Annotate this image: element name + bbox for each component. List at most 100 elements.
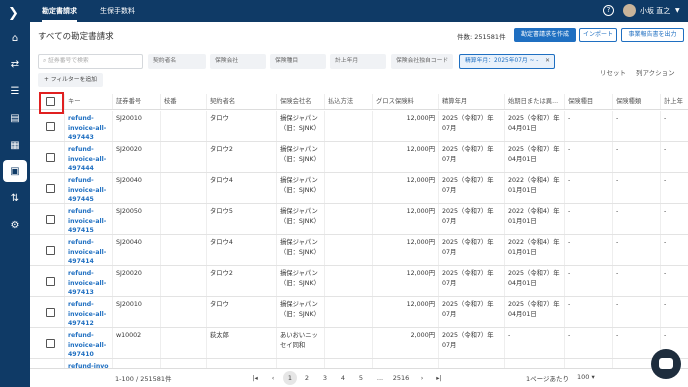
- user-list-icon[interactable]: ☰: [0, 80, 30, 102]
- table-row[interactable]: refund-invoice-all-497410 w10002 荻太郎 あいおいニッ…: [30, 328, 688, 359]
- next-page-icon[interactable]: ›: [417, 371, 427, 385]
- app-logo-icon[interactable]: ❯: [8, 6, 19, 21]
- first-page-icon[interactable]: |◂: [250, 371, 260, 385]
- table-row[interactable]: refund-invoice-all-497443 SJ20010 タロウ 損保ジャパ…: [30, 111, 688, 142]
- filter-settlement-month-active[interactable]: 精算年月：2025年07月 ~ - ✕: [459, 54, 555, 69]
- page-3[interactable]: 3: [320, 371, 330, 385]
- header-insurance-kind[interactable]: 保険種目: [564, 94, 612, 109]
- table-header: キー 証券番号 枝番 契約者名 保険会社名 払込方法 グロス保険料 精算年月 始…: [30, 94, 688, 110]
- filter-holder-name[interactable]: 契約者名: [148, 54, 206, 69]
- import-button[interactable]: インポート: [579, 28, 617, 42]
- header-insurer[interactable]: 保険会社名: [276, 94, 324, 109]
- table-row[interactable]: refund-invoice-all-497444 SJ20020 タロウ2 損保ジャ…: [30, 142, 688, 173]
- row-insurer: 損保ジャパン（旧：SJNK）: [276, 297, 324, 327]
- user-name[interactable]: 小坂 直之: [640, 0, 670, 22]
- row-settlement-month: 2025（令和7）年07月: [438, 111, 504, 141]
- header-holder[interactable]: 契約者名: [206, 94, 276, 109]
- settings-gear-icon[interactable]: ⚙: [0, 214, 30, 236]
- row-start-date: 2022（令和4）年01月01日: [504, 204, 564, 234]
- page-last[interactable]: 2516: [391, 371, 411, 385]
- page-5[interactable]: 5: [356, 371, 366, 385]
- row-key[interactable]: refund-invoice-all-497415: [64, 204, 112, 234]
- chat-support-icon[interactable]: [651, 349, 681, 379]
- row-settlement-month: 2025（令和7）年07月: [438, 235, 504, 265]
- sort-icon[interactable]: ⇅: [0, 187, 30, 209]
- row-key[interactable]: refund-invoice-all-497413: [64, 266, 112, 296]
- row-account-year: -: [660, 297, 688, 327]
- row-payment-method: [324, 142, 372, 172]
- header-start-date[interactable]: 始期日または異...: [504, 94, 564, 109]
- transfer-icon[interactable]: ⇄: [0, 53, 30, 75]
- filter-insurer-code[interactable]: 保険会社独自コード: [391, 54, 453, 69]
- chat-bubble-icon: [659, 358, 673, 369]
- row-policy-number: SJ20010: [112, 297, 160, 327]
- create-invoice-button[interactable]: 勘定書請求を作成: [514, 28, 576, 42]
- row-checkbox[interactable]: [46, 122, 55, 131]
- row-start-date: 2025（令和7）年04月01日: [504, 297, 564, 327]
- row-settlement-month: 2025（令和7）年07月: [438, 266, 504, 296]
- filter-account-month[interactable]: 計上年月: [330, 54, 386, 69]
- row-checkbox[interactable]: [46, 153, 55, 162]
- table-row[interactable]: refund-invoice-all-497445 SJ20040 タロウ4 損保ジャ…: [30, 173, 688, 204]
- home-icon[interactable]: ⌂: [0, 27, 30, 49]
- reset-button[interactable]: リセット: [600, 67, 626, 77]
- row-checkbox[interactable]: [46, 339, 55, 348]
- header-payment-method[interactable]: 払込方法: [324, 94, 372, 109]
- header-branch[interactable]: 枝番: [160, 94, 206, 109]
- invoice-icon[interactable]: ▣: [3, 160, 27, 182]
- calculator-icon[interactable]: ▦: [0, 134, 30, 156]
- close-icon[interactable]: ✕: [545, 55, 550, 68]
- prev-page-icon[interactable]: ‹: [268, 371, 278, 385]
- table-row[interactable]: refund-invoice-all-497414 SJ20040 タロウ4 損保ジャ…: [30, 235, 688, 266]
- row-checkbox[interactable]: [46, 277, 55, 286]
- row-key[interactable]: refund-invoice-all-497443: [64, 111, 112, 141]
- row-policy-number: SJ20050: [112, 204, 160, 234]
- row-key[interactable]: refund-invoice-all-497412: [64, 297, 112, 327]
- header-settlement-month[interactable]: 精算年月: [438, 94, 504, 109]
- page-2[interactable]: 2: [302, 371, 312, 385]
- row-checkbox[interactable]: [46, 215, 55, 224]
- header-account-year[interactable]: 計上年: [660, 94, 688, 109]
- tab-life-commission[interactable]: 生保手数料: [100, 0, 135, 22]
- avatar[interactable]: [623, 4, 636, 17]
- header-insurance-type[interactable]: 保険種類: [612, 94, 660, 109]
- per-page-select[interactable]: 100 ▾: [577, 373, 595, 381]
- row-insurance-type: -: [612, 204, 660, 234]
- table-row[interactable]: refund-invoice-all-497412 SJ20010 タロウ 損保ジャパ…: [30, 297, 688, 328]
- export-report-button[interactable]: 事業報告書を出力: [621, 28, 684, 42]
- column-actions-button[interactable]: 列アクション: [636, 67, 675, 77]
- table-row[interactable]: refund-invoice-all-497415 SJ20050 タロウ5 損保ジャ…: [30, 204, 688, 235]
- row-checkbox[interactable]: [46, 246, 55, 255]
- page-4[interactable]: 4: [338, 371, 348, 385]
- chevron-down-icon[interactable]: ▼: [675, 0, 680, 22]
- add-filter-button[interactable]: + フィルターを追加: [38, 73, 103, 87]
- search-input[interactable]: ⌕ 証券番号で検索: [38, 54, 143, 69]
- row-account-year: -: [660, 204, 688, 234]
- row-insurer: 損保ジャパン（旧：SJNK）: [276, 235, 324, 265]
- page-1[interactable]: 1: [283, 371, 297, 385]
- row-insurance-kind: -: [564, 266, 612, 296]
- header-gross-premium[interactable]: グロス保険料: [372, 94, 438, 109]
- table-row[interactable]: refund-invoice-all-497413 SJ20020 タロウ2 損保ジャ…: [30, 266, 688, 297]
- row-holder: タロウ2: [206, 142, 276, 172]
- header-policy-number[interactable]: 証券番号: [112, 94, 160, 109]
- per-page-value: 100: [577, 373, 590, 381]
- row-key[interactable]: refund-invoice-all-497444: [64, 142, 112, 172]
- main-content: すべての勘定書請求 件数: 251581件 勘定書請求を作成 インポート 事業報…: [30, 22, 688, 387]
- help-icon[interactable]: ?: [603, 5, 614, 16]
- tab-invoice-requests[interactable]: 勘定書請求: [42, 0, 77, 22]
- row-key[interactable]: refund-invoice-all-497445: [64, 173, 112, 203]
- row-checkbox[interactable]: [46, 184, 55, 193]
- document-icon[interactable]: ▤: [0, 107, 30, 129]
- row-checkbox[interactable]: [46, 308, 55, 317]
- header-key[interactable]: キー: [64, 94, 112, 109]
- row-gross-premium: 12,000円: [372, 173, 438, 203]
- row-key[interactable]: refund-invoice-all-497410: [64, 328, 112, 358]
- row-branch: [160, 328, 206, 358]
- last-page-icon[interactable]: ▸|: [434, 371, 444, 385]
- search-placeholder: 証券番号で検索: [48, 58, 89, 64]
- row-gross-premium: 12,000円: [372, 111, 438, 141]
- row-key[interactable]: refund-invoice-all-497414: [64, 235, 112, 265]
- filter-insurer[interactable]: 保険会社: [210, 54, 266, 69]
- filter-insurance-kind[interactable]: 保険種目: [270, 54, 326, 69]
